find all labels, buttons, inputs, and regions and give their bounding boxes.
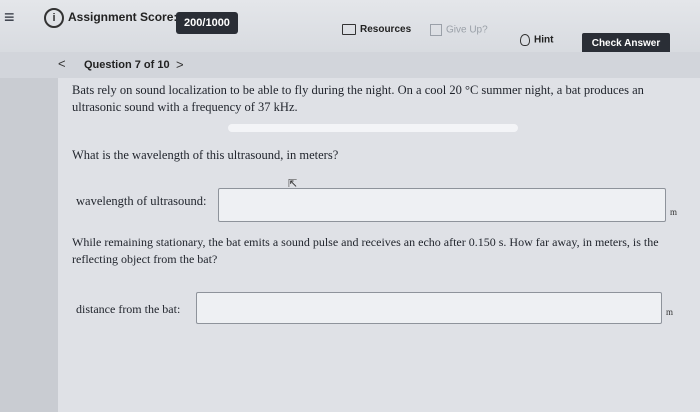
info-icon[interactable]: i xyxy=(44,8,64,28)
wavelength-input[interactable] xyxy=(218,188,666,222)
assignment-score-label: Assignment Score: xyxy=(68,10,178,24)
resources-label: Resources xyxy=(360,24,412,36)
hint-label: Hint xyxy=(534,34,554,46)
question-intro-text: Bats rely on sound localization to be ab… xyxy=(72,83,644,114)
give-up-button[interactable]: Give Up? xyxy=(430,24,488,36)
question-title: Question 7 of 10 xyxy=(84,59,170,71)
give-up-icon xyxy=(430,24,442,36)
hamburger-menu-icon[interactable]: ≡ xyxy=(4,8,18,28)
wavelength-label: wavelength of ultrasound: xyxy=(76,194,207,208)
question-panel: Bats rely on sound localization to be ab… xyxy=(58,78,700,412)
question-navigation: < Question 7 of 10 > xyxy=(0,52,700,78)
hint-button[interactable]: Hint xyxy=(520,34,553,46)
wavelength-unit: m xyxy=(670,207,678,217)
distance-label: distance from the bat: xyxy=(76,302,181,316)
distance-input[interactable] xyxy=(196,292,662,324)
previous-question-button[interactable]: < xyxy=(58,56,66,71)
lightbulb-icon xyxy=(520,34,530,46)
part2-prompt: While remaining stationary, the bat emit… xyxy=(72,235,659,266)
give-up-label: Give Up? xyxy=(446,24,488,36)
screen-glare xyxy=(228,124,518,132)
next-question-button[interactable]: > xyxy=(176,57,184,72)
resources-button[interactable]: Resources xyxy=(342,24,411,35)
part1-prompt: What is the wavelength of this ultrasoun… xyxy=(72,148,339,162)
folder-icon xyxy=(342,24,356,35)
distance-unit: m xyxy=(666,307,674,317)
score-badge: 200/1000 xyxy=(176,12,238,34)
